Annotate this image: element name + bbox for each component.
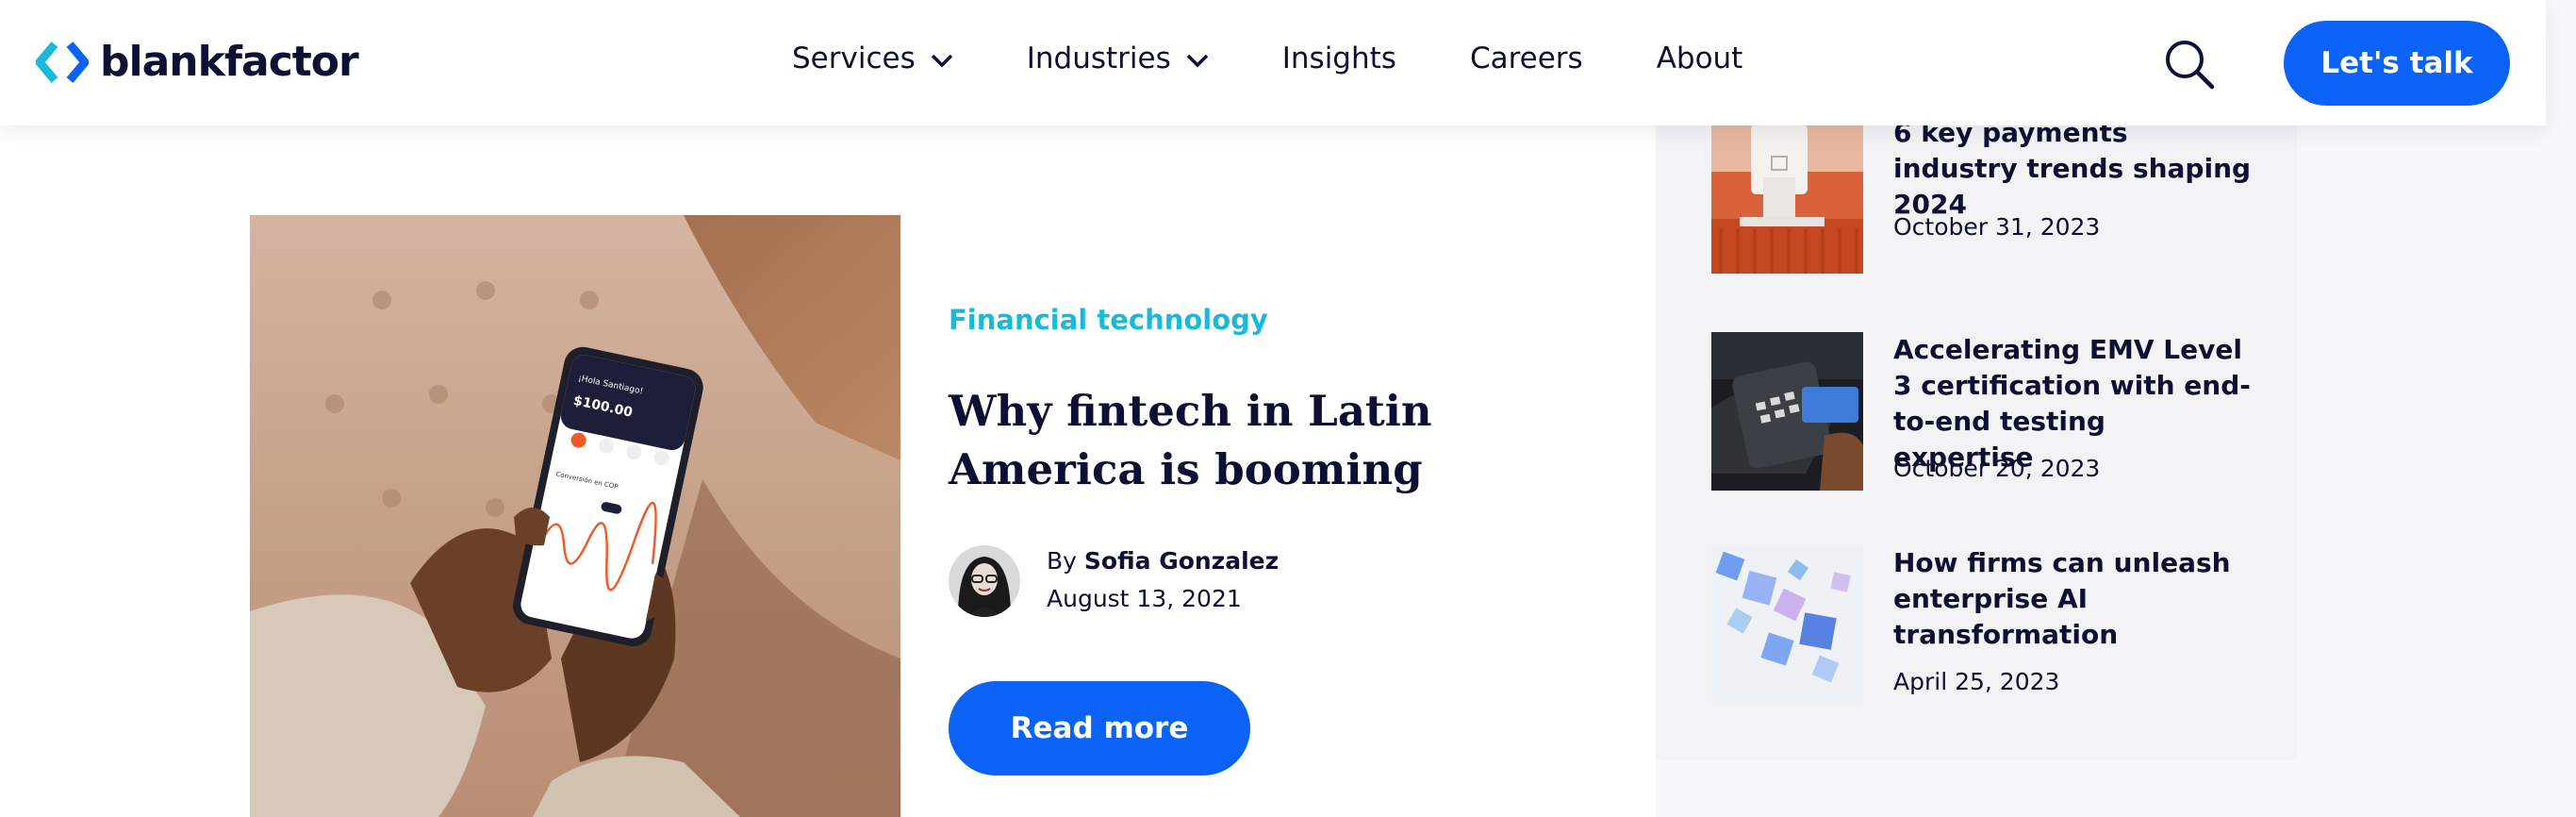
related-post-date: April 25, 2023 [1893,668,2060,695]
logo-wordmark: blankfactor [100,38,359,86]
nav-label: About [1656,42,1743,75]
author-name[interactable]: Sofia Gonzalez [1084,547,1279,575]
related-post-title[interactable]: How firms can unleash enterprise AI tran… [1893,545,2252,653]
nav-label: Industries [1026,42,1171,75]
read-more-button[interactable]: Read more [949,681,1250,775]
search-icon[interactable] [2163,38,2216,91]
nav-careers[interactable]: Careers [1470,42,1583,75]
site-header: blankfactor Services Industries Insights… [0,0,2546,125]
related-post-date: October 20, 2023 [1893,455,2101,482]
nav-insights[interactable]: Insights [1282,42,1396,75]
related-post-item[interactable]: How firms can unleash enterprise AI tran… [1711,545,2258,706]
payments-terminal-thumbnail[interactable] [1711,115,1863,274]
chevron-down-icon [931,42,953,75]
nav-label: Services [792,42,916,75]
related-post-item[interactable]: Accelerating EMV Level 3 certification w… [1711,332,2258,492]
nav-label: Insights [1281,42,1396,75]
blankfactor-logo[interactable]: blankfactor [36,38,359,86]
card-payment-thumbnail[interactable] [1711,332,1863,491]
chevron-down-icon [1186,42,1209,75]
article-byline: By Sofia Gonzalez [1047,547,1279,575]
article-title[interactable]: Why fintech in Latin America is booming [949,382,1609,499]
ai-abstract-thumbnail[interactable] [1711,545,1863,704]
nav-label: Careers [1469,42,1583,75]
related-post-title[interactable]: 6 key payments industry trends shaping 2… [1893,115,2252,223]
nav-about[interactable]: About [1657,42,1743,75]
logo-icon [36,41,89,84]
byline-prefix: By [1047,547,1077,575]
nav-services[interactable]: Services [792,42,953,75]
related-post-date: October 31, 2023 [1893,213,2101,241]
lets-talk-button[interactable]: Let's talk [2284,21,2510,106]
related-post-item[interactable]: 6 key payments industry trends shaping 2… [1711,115,2258,275]
author-avatar [949,545,1020,617]
article-date: August 13, 2021 [1047,585,1242,612]
nav-industries[interactable]: Industries [1027,42,1209,75]
article-hero-image[interactable]: ¡Hola Santiago! $100.00 Conversión en CO… [250,215,900,817]
main-navigation: Services Industries Insights Careers Abo… [792,42,1816,75]
article-category-link[interactable]: Financial technology [949,304,1268,336]
